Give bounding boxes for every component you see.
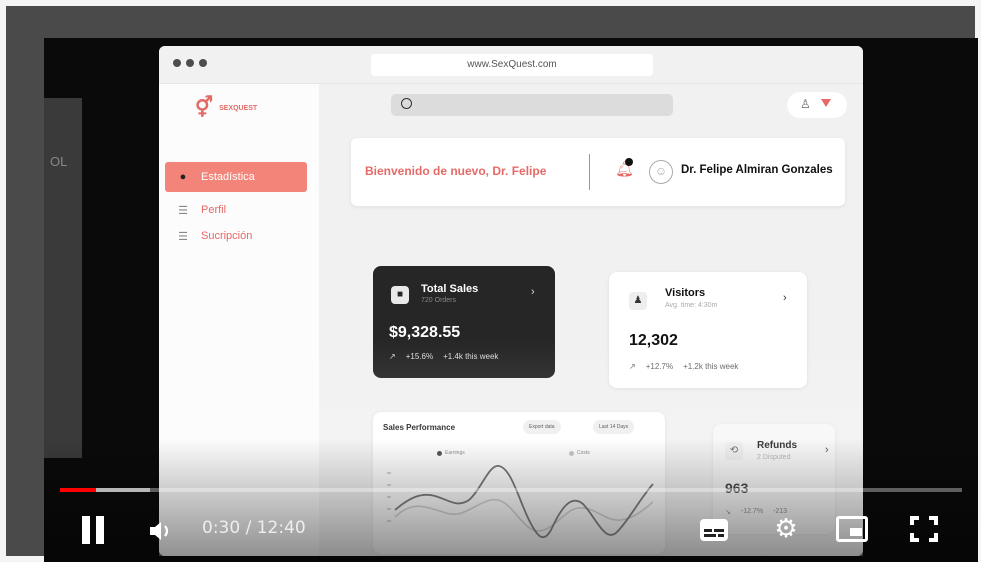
card-change: -12.7% <box>740 508 764 515</box>
caret-down-icon <box>821 99 831 107</box>
chevron-right-icon: › <box>531 286 535 298</box>
browser-mockup: www.SexQuest.com ⚥ SEXQUEST ● Estadístic… <box>159 46 863 556</box>
user-name: Dr. Felipe Almiran Gonzales <box>681 164 833 176</box>
browser-titlebar: www.SexQuest.com <box>159 46 863 84</box>
played-bar <box>60 488 97 492</box>
buffered-bar <box>96 488 151 492</box>
avatar: ☺ <box>649 160 673 184</box>
chevron-right-icon: › <box>825 444 829 456</box>
sidebar-item-label: Perfil <box>201 204 227 216</box>
sidebar-item-label: Sucripción <box>201 230 253 242</box>
notification-badge <box>625 158 633 166</box>
dashboard-main: ♙ Bienvenido de nuevo, Dr. Felipe 🔔︎ ☺ D… <box>319 84 863 556</box>
card-subtitle: 2 Disputed <box>757 454 791 461</box>
y-tick <box>387 520 391 522</box>
miniplayer-icon <box>850 528 862 536</box>
page-background: OL www.SexQuest.com ⚥ SEXQUEST ● Estadís… <box>0 0 981 562</box>
y-tick <box>387 496 391 498</box>
video-player[interactable]: OL www.SexQuest.com ⚥ SEXQUEST ● Estadís… <box>44 38 978 562</box>
app-sidebar: ⚥ SEXQUEST ● Estadística ☰ Perfil ☰ Sucr… <box>159 84 319 556</box>
sidebar-item-sucripcion: ☰ Sucripción <box>165 224 307 248</box>
subtitles-button[interactable] <box>699 517 729 543</box>
fullscreen-icon <box>929 533 938 542</box>
gender-symbol-icon: ⚥ <box>195 97 214 119</box>
card-stats: ↗ +12.7% +1.2k this week <box>629 362 738 371</box>
card-value: 12,302 <box>629 332 678 349</box>
sidebar-item-perfil: ☰ Perfil <box>165 198 307 222</box>
y-axis-ticks <box>387 472 391 522</box>
card-weekly: +1.2k this week <box>683 362 739 371</box>
total-sales-card: ■ Total Sales 720 Orders › $9,328.55 ↗ +… <box>373 266 555 378</box>
window-dot-icon <box>173 59 181 67</box>
background-page-text: OL <box>50 154 68 169</box>
earnings-line <box>394 465 654 539</box>
fullscreen-button[interactable] <box>910 516 938 542</box>
list-icon: ☰ <box>178 230 188 243</box>
welcome-text: Bienvenido de nuevo, Dr. Felipe <box>365 164 547 178</box>
trend-down-icon: ↘ <box>725 509 731 516</box>
gear-icon: ⚙ <box>774 513 798 543</box>
sidebar-item-estadistica: ● Estadística <box>165 162 307 192</box>
card-weekly: +1.4k this week <box>443 352 499 361</box>
app-logo: ⚥ SEXQUEST <box>195 98 257 118</box>
search-icon <box>401 98 412 109</box>
divider <box>589 154 590 190</box>
time-display: 0:30 / 12:40 <box>202 518 306 538</box>
search-bar <box>391 94 673 116</box>
chevron-right-icon: › <box>783 292 787 304</box>
card-change: +15.6% <box>405 352 434 361</box>
miniplayer-button[interactable] <box>836 516 868 542</box>
welcome-banner: Bienvenido de nuevo, Dr. Felipe 🔔︎ ☺ Dr.… <box>351 138 845 206</box>
progress-bar[interactable] <box>60 488 962 492</box>
sidebar-item-label: Estadística <box>201 171 255 183</box>
refund-icon: ⟲ <box>725 442 743 460</box>
user-icon: ♙ <box>800 97 811 111</box>
sales-line-chart <box>387 465 654 539</box>
logo-text: SEXQUEST <box>219 104 258 112</box>
bag-icon: ■ <box>391 286 409 304</box>
sales-performance-card: Sales Performance Export data Last 14 Da… <box>373 412 665 554</box>
card-value: $9,328.55 <box>389 324 461 341</box>
card-title: Refunds <box>757 440 797 451</box>
y-tick <box>387 508 391 510</box>
person-icon: ♟ <box>629 292 647 310</box>
card-change: +12.7% <box>645 362 674 371</box>
video-frame: OL www.SexQuest.com ⚥ SEXQUEST ● Estadís… <box>6 6 978 562</box>
visitors-card: ♟ Visitors Avg. time: 4:30m › 12,302 ↗ +… <box>609 272 807 388</box>
trend-up-icon: ↗ <box>389 352 396 361</box>
list-icon: ☰ <box>178 204 188 217</box>
user-menu: ♙ <box>787 92 847 118</box>
window-dot-icon <box>199 59 207 67</box>
fullscreen-icon <box>929 516 938 525</box>
pause-bar-icon <box>96 516 104 544</box>
card-title: Visitors <box>665 287 706 299</box>
fullscreen-icon <box>910 533 919 542</box>
card-title: Total Sales <box>421 283 479 295</box>
trend-up-icon: ↗ <box>629 362 636 371</box>
fullscreen-icon <box>910 516 919 525</box>
user-circle-icon: ● <box>179 171 187 183</box>
sidebar-nav: ● Estadística ☰ Perfil ☰ Sucripción <box>165 162 307 250</box>
volume-button[interactable] <box>148 520 174 542</box>
card-subtitle: 720 Orders <box>421 297 457 304</box>
window-dot-icon <box>186 59 194 67</box>
pause-button[interactable] <box>80 516 106 546</box>
window-dots <box>173 59 207 67</box>
card-stats: ↗ +15.6% +1.4k this week <box>389 352 498 361</box>
settings-button[interactable]: ⚙ <box>772 514 800 542</box>
y-tick <box>387 472 391 474</box>
costs-line <box>394 499 654 532</box>
background-page-strip: OL <box>44 98 82 458</box>
y-tick <box>387 484 391 486</box>
volume-icon <box>150 522 169 540</box>
subtitles-icon <box>700 519 728 541</box>
card-subtitle: Avg. time: 4:30m <box>665 302 718 309</box>
url-bar: www.SexQuest.com <box>371 54 653 76</box>
pause-bar-icon <box>82 516 90 544</box>
